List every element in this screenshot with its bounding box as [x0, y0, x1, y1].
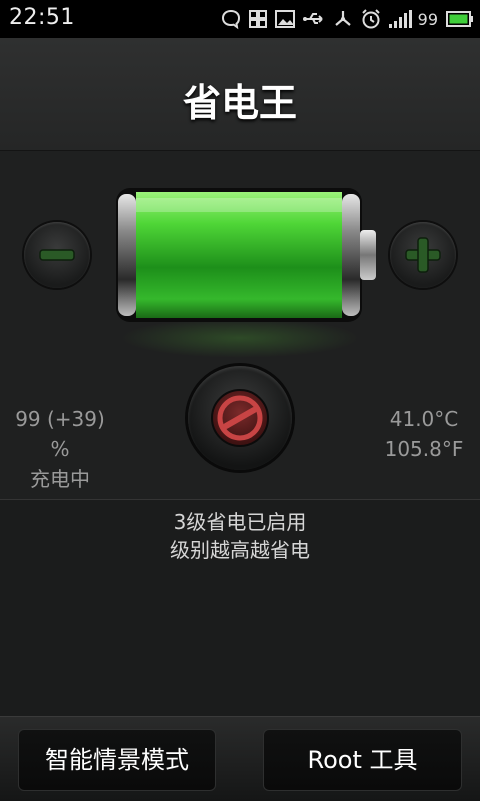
saving-level-message: 3级省电已启用 级别越高越省电: [0, 508, 480, 564]
battery-icon: [446, 11, 473, 27]
status-icons: 99: [220, 6, 474, 32]
battery-status: 99 (+39) % 充电中: [10, 404, 110, 494]
share-icon: [334, 11, 351, 26]
battery-graphic: [116, 188, 376, 322]
root-tools-button[interactable]: Root 工具: [263, 729, 462, 791]
temperature-celsius: 41.0°C: [389, 407, 459, 431]
page-title: 省电王: [182, 81, 297, 125]
battery-percent-text: 99: [417, 9, 438, 29]
message-line-1: 3级省电已启用: [173, 510, 307, 534]
usb-icon: [302, 13, 323, 24]
battery-temperature: 41.0°C 105.8°F: [378, 404, 470, 464]
chat-bubble-icon: [221, 9, 240, 30]
battery-glow: [120, 318, 360, 358]
status-bar: 22:51 99: [0, 0, 480, 38]
charging-status-label: 充电中: [30, 467, 90, 491]
alarm-clock-icon: [361, 9, 380, 29]
stop-icon: [211, 389, 269, 447]
power-saving-toggle-button[interactable]: [188, 366, 292, 470]
grid-icon: [248, 10, 267, 28]
signal-icon: [388, 10, 412, 28]
increase-level-button[interactable]: [390, 222, 456, 288]
message-line-2: 级别越高越省电: [170, 538, 310, 562]
smart-mode-button[interactable]: 智能情景模式: [18, 729, 216, 791]
plus-icon: [405, 237, 441, 273]
battery-percent-label: 99 (+39) %: [15, 407, 105, 461]
image-icon: [274, 10, 295, 28]
bottom-bar: 智能情景模式 Root 工具: [0, 716, 480, 801]
status-time: 22:51: [9, 5, 75, 30]
decrease-level-button[interactable]: [24, 222, 90, 288]
app-header: 省电王: [0, 38, 480, 151]
temperature-fahrenheit: 105.8°F: [384, 437, 464, 461]
minus-icon: [39, 249, 75, 261]
